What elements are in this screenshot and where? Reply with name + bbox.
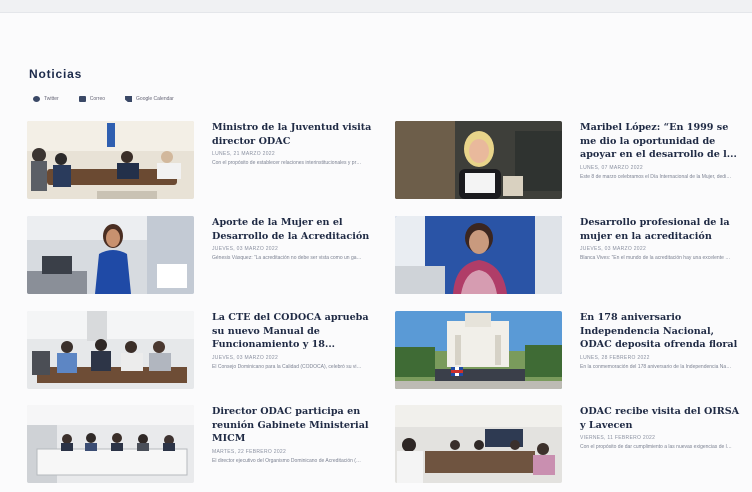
news-thumbnail[interactable]	[395, 216, 562, 294]
news-title[interactable]: Ministro de la Juventud visita director …	[212, 121, 372, 148]
news-title[interactable]: Desarrollo profesional de la mujer en la…	[580, 216, 740, 243]
news-excerpt: Blanca Vives: “En el mundo de la acredit…	[580, 255, 732, 261]
news-card[interactable]: En 178 aniversario Independencia Naciona…	[395, 311, 752, 391]
news-excerpt: Con el propósito de dar cumplimiento a l…	[580, 444, 732, 450]
news-card[interactable]: Director ODAC participa en reunión Gabin…	[27, 405, 387, 485]
share-twitter-button[interactable]: Twitter	[33, 96, 59, 102]
share-bar: Twitter Correo Google Calendar	[33, 96, 174, 102]
news-title[interactable]: Aporte de la Mujer en el Desarrollo de l…	[212, 216, 372, 243]
news-thumbnail[interactable]	[395, 311, 562, 389]
news-thumbnail[interactable]	[27, 216, 194, 294]
news-date: JUEVES, 03 MARZO 2022	[212, 354, 279, 361]
news-excerpt: El director ejecutivo del Organismo Domi…	[212, 457, 364, 464]
news-date: LUNES, 28 FEBRERO 2022	[580, 354, 650, 361]
news-date: JUEVES, 03 MARZO 2022	[580, 246, 647, 252]
news-card[interactable]: Desarrollo profesional de la mujer en la…	[395, 216, 752, 296]
news-thumbnail[interactable]	[27, 311, 194, 389]
news-card[interactable]: Maribel López: “En 1999 se me dio la opo…	[395, 121, 752, 201]
mail-icon	[78, 96, 86, 102]
news-excerpt: El Consejo Dominicano para la Calidad (C…	[212, 363, 364, 370]
news-excerpt: Con el propósito de establecer relacione…	[212, 160, 364, 166]
calendar-icon	[125, 96, 133, 102]
news-title[interactable]: ODAC recibe visita del OIRSA y Lavecen	[580, 405, 740, 432]
twitter-icon	[33, 96, 40, 102]
news-date: LUNES, 21 MARZO 2022	[212, 151, 275, 157]
news-title[interactable]: En 178 aniversario Independencia Naciona…	[580, 311, 740, 352]
share-label: Twitter	[44, 96, 59, 102]
news-card[interactable]: ODAC recibe visita del OIRSA y Lavecen V…	[395, 405, 752, 485]
news-date: LUNES, 07 MARZO 2022	[580, 164, 643, 171]
news-thumbnail[interactable]	[27, 121, 194, 199]
news-excerpt: Este 8 de marzo celebramos el Día Intern…	[580, 173, 732, 180]
news-date: MARTES, 22 FEBRERO 2022	[212, 448, 287, 455]
news-card[interactable]: Ministro de la Juventud visita director …	[27, 121, 387, 201]
news-title[interactable]: Director ODAC participa en reunión Gabin…	[212, 405, 372, 446]
news-excerpt: En la conmemoración del 178 aniversario …	[580, 363, 732, 370]
news-thumbnail[interactable]	[395, 121, 562, 199]
news-excerpt: Génesis Vásquez: “La acreditación no deb…	[212, 255, 364, 261]
news-date: JUEVES, 03 MARZO 2022	[212, 246, 279, 252]
news-thumbnail[interactable]	[27, 405, 194, 483]
news-thumbnail[interactable]	[395, 405, 562, 483]
news-title[interactable]: Maribel López: “En 1999 se me dio la opo…	[580, 121, 740, 162]
news-title[interactable]: La CTE del CODOCA aprueba su nuevo Manua…	[212, 311, 372, 352]
share-calendar-button[interactable]: Google Calendar	[125, 96, 174, 102]
news-card[interactable]: Aporte de la Mujer en el Desarrollo de l…	[27, 216, 387, 296]
share-mail-button[interactable]: Correo	[78, 96, 106, 102]
top-bar	[0, 0, 752, 13]
news-date: VIERNES, 11 FEBRERO 2022	[580, 435, 656, 441]
news-card[interactable]: La CTE del CODOCA aprueba su nuevo Manua…	[27, 311, 387, 391]
share-label: Google Calendar	[136, 96, 174, 102]
share-label: Correo	[89, 96, 106, 102]
section-title: Noticias	[29, 67, 83, 81]
